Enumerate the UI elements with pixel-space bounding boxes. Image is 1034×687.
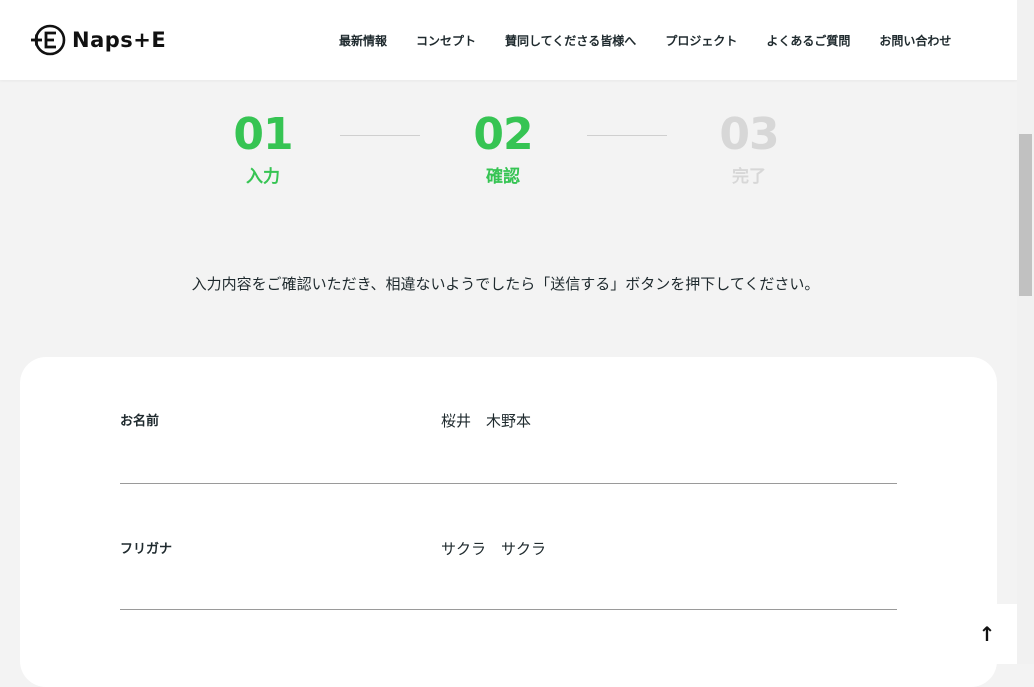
scrollbar-thumb[interactable]: [1019, 134, 1032, 296]
nav-concept[interactable]: コンセプト: [416, 32, 476, 49]
form-row-furigana: フリガナ サクラ サクラ: [120, 484, 897, 610]
nav-project[interactable]: プロジェクト: [665, 32, 737, 49]
step-number: 01: [233, 109, 293, 160]
step-confirm: 02 確認: [470, 110, 536, 188]
nav-contact[interactable]: お問い合わせ: [879, 32, 951, 49]
nav-supporters[interactable]: 賛同してくださる皆様へ: [505, 32, 636, 49]
step-complete: 03 完了: [716, 110, 782, 188]
site-logo[interactable]: Naps+E: [30, 24, 166, 56]
nav-news[interactable]: 最新情報: [339, 32, 387, 49]
logo-mark-icon: [30, 24, 66, 56]
form-row-name: お名前 桜井 木野本: [120, 357, 897, 484]
form-progress-steps: 01 入力 02 確認 03 完了: [0, 110, 1017, 200]
confirmation-instruction: 入力内容をご確認いただき、相違ないようでしたら「送信する」ボタンを押下してくださ…: [191, 275, 820, 293]
page-scrollbar[interactable]: [1017, 0, 1034, 664]
field-value: サクラ サクラ: [441, 540, 547, 558]
nav-faq[interactable]: よくあるご質問: [766, 32, 850, 49]
field-value: 桜井 木野本: [441, 412, 532, 430]
step-label: 完了: [732, 167, 766, 187]
step-label: 確認: [486, 167, 520, 187]
step-divider: [587, 135, 667, 136]
step-divider: [340, 135, 420, 136]
site-header: Naps+E 最新情報 コンセプト 賛同してくださる皆様へ プロジェクト よくあ…: [0, 0, 1017, 80]
field-label: お名前: [120, 414, 160, 429]
step-label: 入力: [246, 167, 280, 187]
step-number: 03: [719, 109, 779, 160]
confirmation-card: お名前 桜井 木野本 フリガナ サクラ サクラ: [20, 357, 997, 687]
logo-text: Naps+E: [72, 28, 167, 52]
step-input: 01 入力: [232, 110, 294, 188]
arrow-up-icon: ↑: [978, 622, 996, 646]
step-number: 02: [473, 109, 533, 160]
field-label: フリガナ: [120, 542, 173, 557]
back-to-top-button[interactable]: ↑: [957, 604, 1017, 664]
main-nav: 最新情報 コンセプト 賛同してくださる皆様へ プロジェクト よくあるご質問 お問…: [339, 32, 951, 49]
